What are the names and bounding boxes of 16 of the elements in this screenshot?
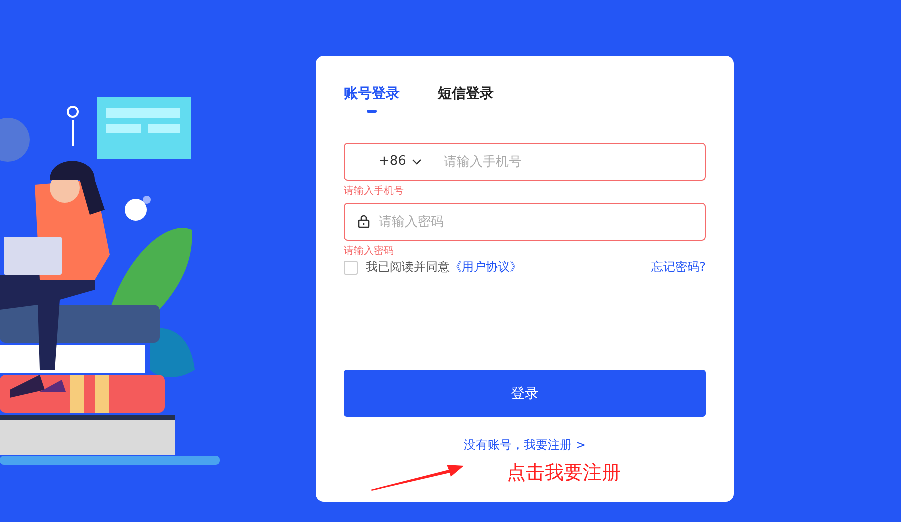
country-code-select[interactable]: +86	[379, 155, 422, 169]
password-field[interactable]: 请输入密码	[344, 203, 706, 241]
login-tab[interactable]: 短信登录	[438, 82, 494, 106]
agreement-checkbox[interactable]	[344, 260, 358, 274]
annotation-text: 点击我要注册	[507, 461, 621, 486]
error-message: 请输入密码	[344, 244, 395, 259]
user-agreement-link[interactable]: 《用户协议》	[450, 259, 522, 276]
login-tab[interactable]: 账号登录	[344, 82, 400, 106]
agreement-text: 我已阅读并同意	[366, 259, 450, 276]
chevron-down-icon	[412, 159, 422, 165]
login-button[interactable]: 登录	[344, 370, 706, 417]
error-message: 请输入手机号	[344, 184, 405, 199]
active-tab-indicator	[367, 110, 377, 113]
lock-icon	[358, 215, 370, 228]
register-link[interactable]: 没有账号，我要注册 >	[464, 437, 586, 454]
forgot-password-link[interactable]: 忘记密码?	[652, 259, 706, 276]
